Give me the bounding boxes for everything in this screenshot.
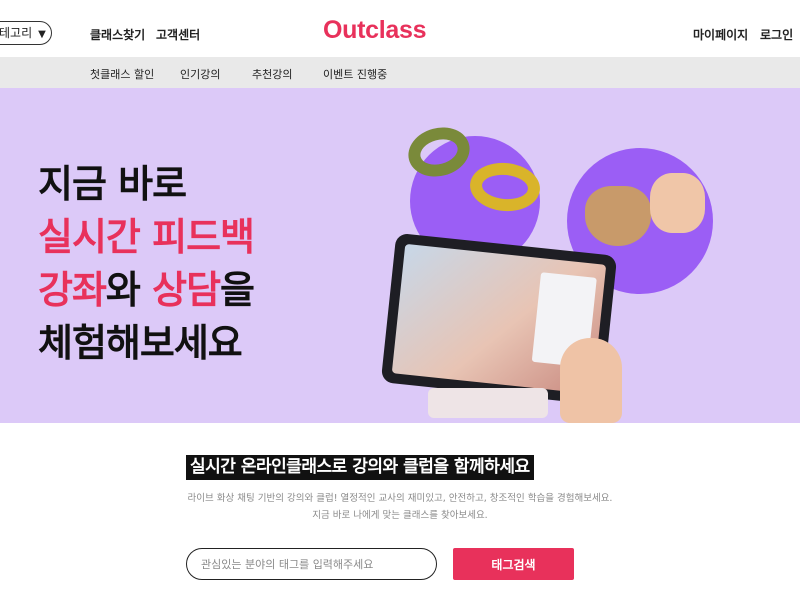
hero-word-obj: 을 [220,268,255,312]
hero-line-3: 강좌와 상담을 [38,264,255,317]
subnav-events[interactable]: 이벤트 진행중 [323,66,387,82]
hero-line-1: 지금 바로 [38,162,187,206]
hero-headline: 지금 바로 실시간 피드백 강좌와 상담을 체험해보세요 [38,158,255,370]
hero-word-course: 강좌 [38,268,107,312]
category-dropdown[interactable]: 테고리 ▼ [0,21,52,45]
intro-description-1: 라이브 화상 채팅 기반의 강의와 클럽! 열정적인 교사의 재미있고, 안전하… [187,493,613,504]
subnav-popular[interactable]: 인기강의 [180,66,220,82]
sub-navigation: 첫클래스 할인 인기강의 추천강의 이벤트 진행중 [0,57,800,88]
hero-line-4: 체험해보세요 [38,321,243,365]
chevron-down-icon: ▼ [38,29,46,40]
login-link[interactable]: 로그인 [760,26,793,43]
top-header: 테고리 ▼ 클래스찾기 고객센터 Outclass 마이페이지 로그인 [0,0,800,57]
hand-image [650,173,705,233]
tag-search-input[interactable] [186,548,437,580]
hero-word-and: 와 [105,268,153,312]
mypage-link[interactable]: 마이페이지 [693,26,748,43]
support-link[interactable]: 고객센터 [156,26,200,43]
intro-description-2: 지금 바로 나에게 맞는 클래스를 찾아보세요. [312,510,488,521]
find-class-link[interactable]: 클래스찾기 [90,26,145,43]
subnav-recommended[interactable]: 추천강의 [252,66,292,82]
subnav-first-class-discount[interactable]: 첫클래스 할인 [90,66,154,82]
tag-search-button[interactable]: 태그검색 [453,548,574,580]
hero-banner[interactable]: 지금 바로 실시간 피드백 강좌와 상담을 체험해보세요 [0,88,800,423]
intro-headline: 실시간 온라인클래스로 강의와 클럽을 함께하세요 [186,455,534,480]
hero-word-consult: 상담 [152,268,221,312]
hero-line-2: 실시간 피드백 [38,215,255,259]
category-label: 테고리 [0,26,33,40]
tablet-stand [428,388,548,418]
plush-toy [585,186,651,246]
logo[interactable]: Outclass [323,16,427,45]
drawing-hand [560,338,622,423]
